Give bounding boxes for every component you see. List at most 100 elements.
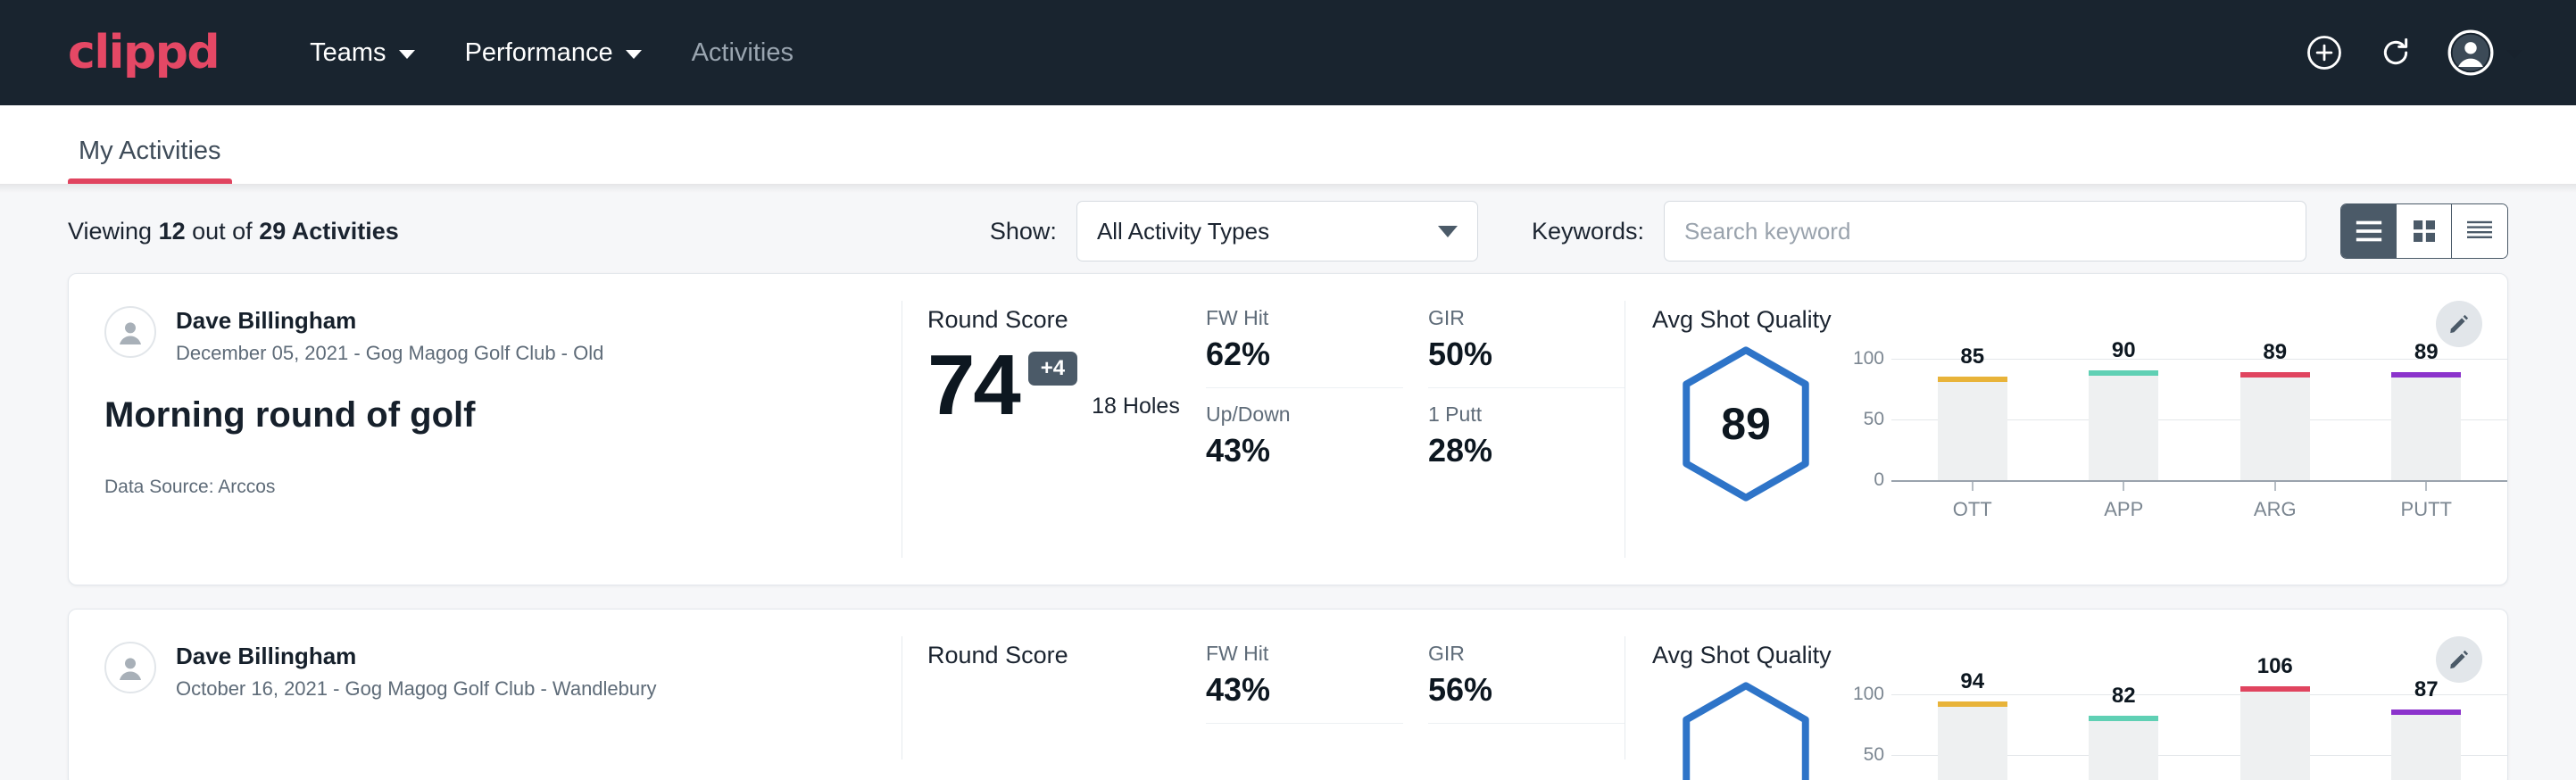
filter-bar: Viewing 12 out of 29 Activities Show: Al…: [68, 184, 2508, 273]
player-text: Dave Billingham October 16, 2021 - Gog M…: [176, 642, 656, 701]
nav-item-activities-label: Activities: [692, 38, 794, 68]
view-toggle-list[interactable]: [2341, 204, 2397, 258]
brand-logo[interactable]: clippd: [68, 26, 219, 79]
avg-shot-quality-section: Avg Shot Quality 89 050100 85908989: [1625, 274, 2507, 585]
stat-one-putt: 1 Putt 28%: [1428, 402, 1625, 469]
stat-gir-label: GIR: [1428, 306, 1599, 330]
chart-bar: 90: [2089, 370, 2158, 480]
stat-gir-value: 56%: [1428, 671, 1599, 709]
stat-fw-hit: FW Hit 43%: [1206, 642, 1403, 724]
chart-bar-value: 82: [2112, 684, 2136, 709]
chevron-down-icon: [399, 50, 415, 59]
nav-item-teams-label: Teams: [310, 38, 386, 68]
chart-bar-body: [1938, 382, 2007, 480]
edit-activity-button[interactable]: [2436, 636, 2482, 683]
nav-item-activities[interactable]: Activities: [667, 29, 819, 77]
viewing-prefix: Viewing: [68, 218, 159, 245]
round-score-section: Round Score 74 +4 18 Holes: [902, 274, 1206, 585]
player-name: Dave Billingham: [176, 308, 603, 335]
stats-section: FW Hit 62% GIR 50% Up/Down 43% 1 Putt 28…: [1206, 274, 1625, 585]
chart-plot-area: 050100 85908989: [1845, 346, 2507, 480]
nav-item-performance[interactable]: Performance: [440, 29, 667, 77]
search-input[interactable]: [1664, 201, 2306, 261]
nav-item-teams[interactable]: Teams: [285, 29, 439, 77]
round-score-label: Round Score: [927, 642, 1206, 669]
refresh-button[interactable]: [2376, 33, 2415, 72]
tab-my-activities-label: My Activities: [79, 137, 221, 165]
chart-plot-area: 050100 948210687: [1845, 682, 2507, 780]
avg-shot-quality-label: Avg Shot Quality: [1652, 306, 2507, 334]
chart-y-tick: 50: [1864, 744, 1884, 766]
main-content: Viewing 12 out of 29 Activities Show: Al…: [0, 184, 2576, 780]
player-header: Dave Billingham October 16, 2021 - Gog M…: [104, 642, 902, 701]
chart-bar-value: 94: [1960, 669, 1984, 694]
viewing-total: 29 Activities: [259, 218, 399, 245]
chart-bar: 82: [2089, 716, 2158, 780]
person-icon: [112, 650, 148, 685]
chart-y-tick: 100: [1853, 348, 1884, 369]
chart-bar-value: 85: [1960, 344, 1984, 369]
stat-gir: GIR 50%: [1428, 306, 1625, 388]
compact-view-icon: [2464, 219, 2495, 244]
quality-hexagon-wrap: 89: [1652, 339, 1840, 503]
stat-gir-label: GIR: [1428, 642, 1599, 666]
account-menu[interactable]: [2447, 29, 2522, 76]
chart-bar: 87: [2391, 709, 2461, 780]
chart-bar-value: 89: [2414, 340, 2439, 365]
plus-circle-icon: [2306, 34, 2343, 71]
chart-bar-value: 87: [2414, 677, 2439, 702]
activity-info: Dave Billingham October 16, 2021 - Gog M…: [69, 610, 902, 780]
round-score-label: Round Score: [927, 306, 1206, 334]
pencil-icon: [2447, 648, 2471, 671]
chart-y-axis: 050100: [1845, 346, 1891, 480]
chart-x-tick-label: OTT: [1953, 498, 1992, 521]
edit-activity-button[interactable]: [2436, 301, 2482, 347]
stat-up-down-value: 43%: [1206, 432, 1376, 469]
hexagon-icon: [1674, 680, 1817, 780]
activity-card[interactable]: Dave Billingham December 05, 2021 - Gog …: [68, 273, 2508, 585]
primary-nav: Teams Performance Activities: [285, 29, 819, 77]
score-differential-badge: +4: [1028, 352, 1077, 386]
chart-bar-body: [2240, 378, 2310, 480]
activity-type-select[interactable]: All Activity Types: [1076, 201, 1478, 261]
quality-hexagon-wrap: [1652, 675, 1840, 780]
chart-bar-body: [2240, 692, 2310, 780]
chart-x-tick-wrap: OTT: [1938, 480, 2007, 521]
top-navbar: clippd Teams Performance Activities: [0, 0, 2576, 105]
stat-gir-value: 50%: [1428, 336, 1599, 373]
chart-x-tick-wrap: PUTT: [2391, 480, 2461, 521]
chart-y-axis: 050100: [1845, 682, 1891, 780]
holes-played: 18 Holes: [1092, 394, 1180, 425]
view-toggle-compact[interactable]: [2452, 204, 2507, 258]
stat-up-down-label: Up/Down: [1206, 402, 1376, 427]
stat-one-putt-label: 1 Putt: [1428, 402, 1599, 427]
add-button[interactable]: [2305, 33, 2344, 72]
view-toggle-grid[interactable]: [2397, 204, 2452, 258]
stat-fw-hit-label: FW Hit: [1206, 642, 1376, 666]
chart-x-tick-label: APP: [2104, 498, 2143, 521]
chart-x-tick-label: PUTT: [2401, 498, 2452, 521]
viewing-mid: out of: [186, 218, 260, 245]
chart-x-axis: OTTAPPARGPUTT: [1891, 480, 2507, 521]
chevron-down-icon: [2506, 50, 2522, 59]
stat-up-down: Up/Down 43%: [1206, 402, 1403, 469]
person-icon: [112, 314, 148, 350]
tab-my-activities[interactable]: My Activities: [68, 137, 232, 184]
avg-shot-quality-body: 89 050100 85908989 OTTAPPARGPUTT: [1652, 339, 2507, 521]
filter-controls: Show: All Activity Types Keywords:: [990, 201, 2508, 261]
quality-hexagon: [1674, 680, 1817, 780]
activity-card[interactable]: Dave Billingham October 16, 2021 - Gog M…: [68, 609, 2508, 780]
avatar: [104, 642, 156, 693]
avatar: [104, 306, 156, 358]
stat-gir: GIR 56%: [1428, 642, 1625, 724]
avg-shot-quality-label: Avg Shot Quality: [1652, 642, 2507, 669]
chart-bar-value: 106: [2257, 654, 2293, 679]
chart-bar-value: 90: [2112, 338, 2136, 363]
stats-section: FW Hit 43% GIR 56%: [1206, 610, 1625, 780]
list-view-icon: [2354, 220, 2384, 243]
quality-score: 89: [1674, 344, 1817, 503]
chart-bars: 85908989: [1891, 346, 2507, 480]
round-score-row: [927, 682, 1206, 696]
activity-meta: December 05, 2021 - Gog Magog Golf Club …: [176, 342, 603, 365]
activity-data-source: Data Source: Arccos: [104, 477, 902, 498]
